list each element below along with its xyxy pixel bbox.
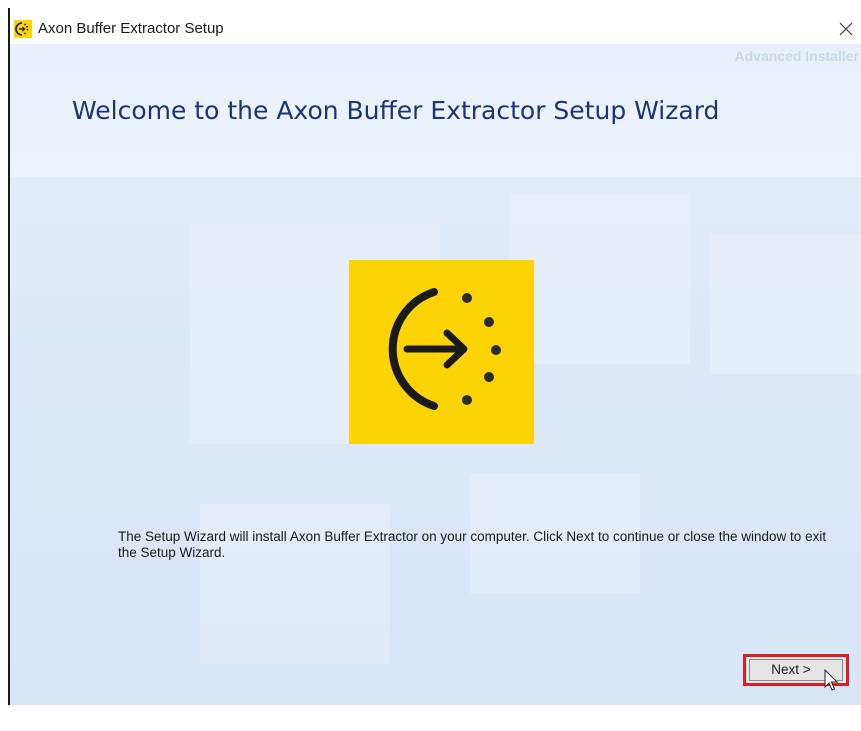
mouse-cursor-icon [824, 669, 839, 691]
axon-logo-icon [349, 260, 534, 444]
axon-logo-icon [14, 20, 32, 38]
description-text: The Setup Wizard will install Axon Buffe… [118, 529, 827, 560]
background-panel [200, 504, 390, 664]
close-icon[interactable] [831, 16, 861, 42]
background-panel [710, 234, 861, 374]
window-title: Axon Buffer Extractor Setup [38, 20, 224, 37]
background-panel [510, 194, 690, 364]
header-band: Advanced Installer Welcome to the Axon B… [10, 44, 861, 177]
title-bar: Axon Buffer Extractor Setup [10, 8, 861, 44]
brand-label: Advanced Installer [734, 48, 860, 64]
setup-window: Axon Buffer Extractor Setup Advanced Ins… [8, 8, 861, 705]
wizard-content: Advanced Installer Welcome to the Axon B… [10, 44, 861, 705]
page-title: Welcome to the Axon Buffer Extractor Set… [72, 96, 720, 125]
